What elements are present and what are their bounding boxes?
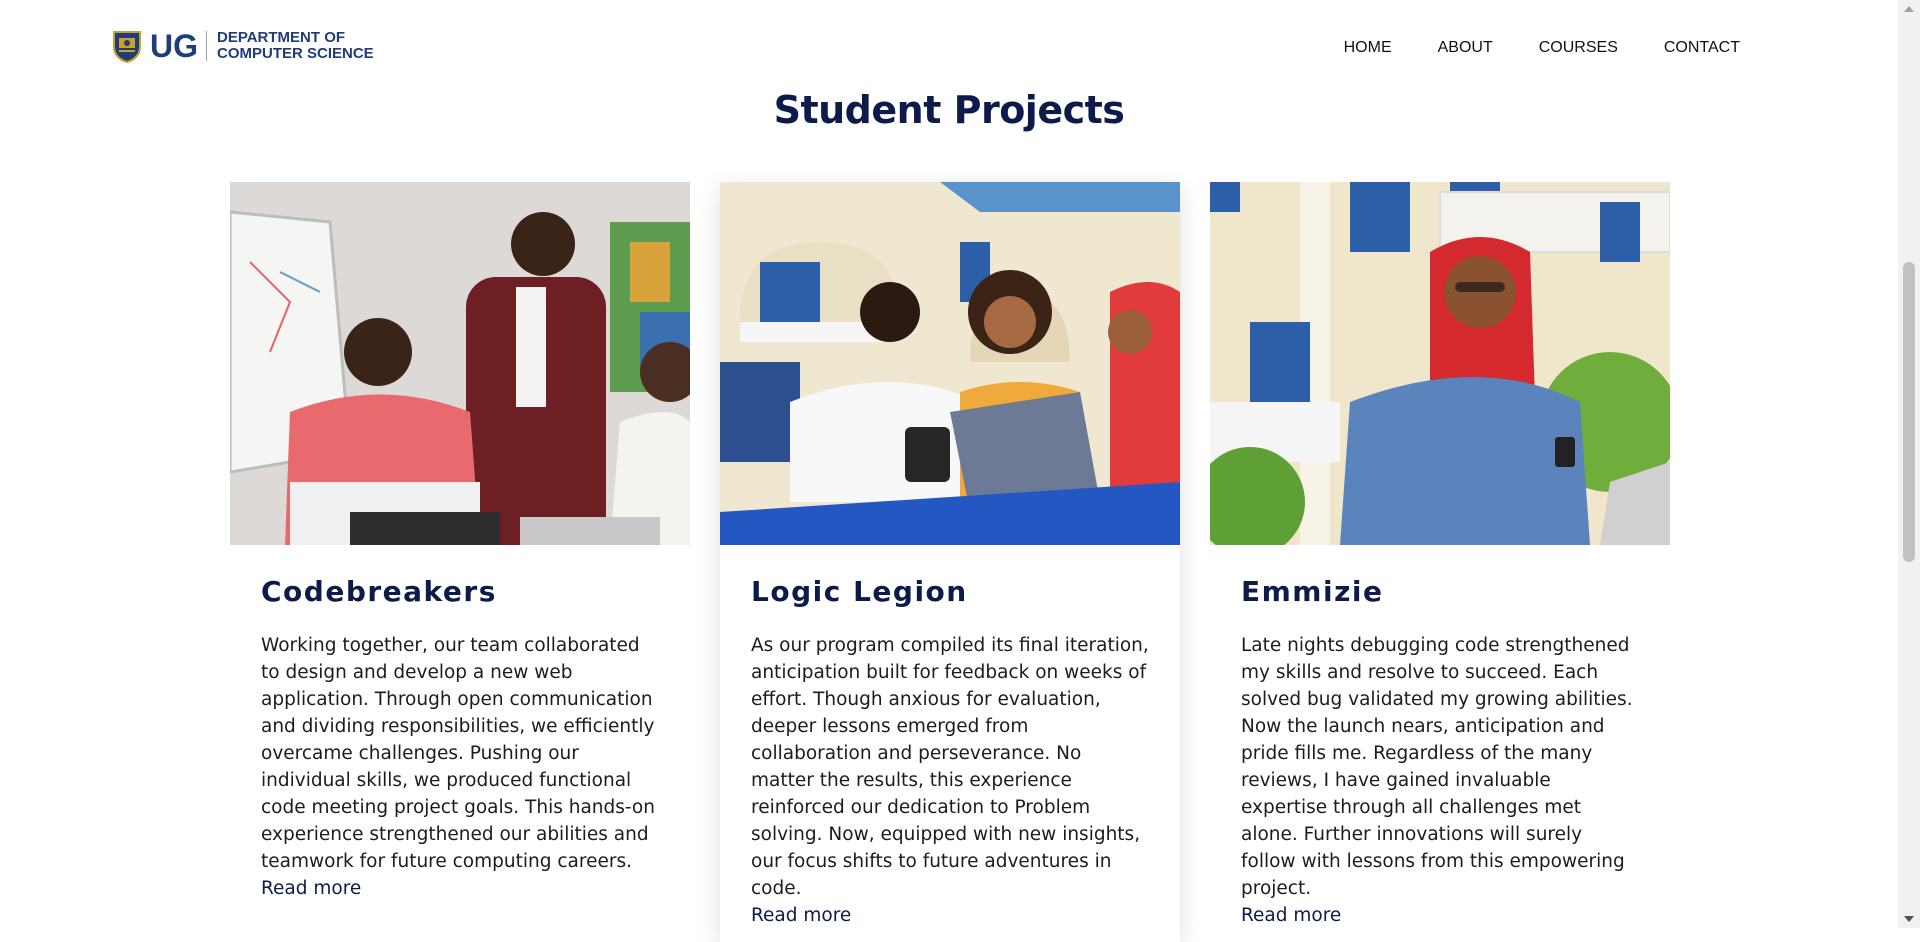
card-body: Codebreakers Working together, our team … <box>230 545 690 902</box>
project-card-emmizie[interactable]: Emmizie Late nights debugging code stren… <box>1210 182 1670 942</box>
page-scrollbar[interactable] <box>1898 0 1920 928</box>
scrollbar-thumb[interactable] <box>1903 262 1915 562</box>
logo-divider <box>206 31 207 61</box>
card-description: As our program compiled its final iterat… <box>751 635 1149 899</box>
site-logo[interactable]: UG DEPARTMENT OF COMPUTER SCIENCE <box>110 28 374 64</box>
read-more-link[interactable]: Read more <box>751 902 1149 929</box>
main-nav: HOME ABOUT COURSES CONTACT <box>1298 39 1740 57</box>
project-image <box>230 182 690 545</box>
read-more-link[interactable]: Read more <box>261 875 659 902</box>
students-collaborating-photo <box>230 182 690 545</box>
nav-contact[interactable]: CONTACT <box>1664 39 1740 57</box>
read-more-link[interactable]: Read more <box>1241 902 1639 929</box>
card-description: Working together, our team collaborated … <box>261 635 655 872</box>
card-body: Emmizie Late nights debugging code stren… <box>1210 545 1670 929</box>
project-image <box>1210 182 1670 545</box>
scroll-down-icon[interactable] <box>1904 916 1914 922</box>
site-header: UG DEPARTMENT OF COMPUTER SCIENCE HOME A… <box>0 0 1898 96</box>
logo-line-1: DEPARTMENT OF <box>217 29 346 46</box>
students-with-laptop-photo <box>720 182 1180 545</box>
card-description: Late nights debugging code strengthened … <box>1241 635 1633 899</box>
project-card-logic-legion[interactable]: Logic Legion As our program compiled its… <box>720 182 1180 942</box>
logo-department-text: DEPARTMENT OF COMPUTER SCIENCE <box>217 30 374 62</box>
card-body: Logic Legion As our program compiled its… <box>720 545 1180 929</box>
logo-line-2: COMPUTER SCIENCE <box>217 45 374 62</box>
scroll-up-icon[interactable] <box>1904 6 1914 12</box>
project-card-codebreakers[interactable]: Codebreakers Working together, our team … <box>230 182 690 942</box>
crest-icon <box>113 31 141 63</box>
card-title: Codebreakers <box>261 575 497 608</box>
nav-home[interactable]: HOME <box>1344 39 1392 57</box>
nav-about[interactable]: ABOUT <box>1438 39 1493 57</box>
student-with-phone-photo <box>1210 182 1670 545</box>
nav-courses[interactable]: COURSES <box>1539 39 1618 57</box>
card-title: Emmizie <box>1241 575 1384 608</box>
logo-ug-text: UG <box>150 28 198 64</box>
section-title: Student Projects <box>773 88 1125 132</box>
card-title: Logic Legion <box>751 575 968 608</box>
project-image <box>720 182 1180 545</box>
